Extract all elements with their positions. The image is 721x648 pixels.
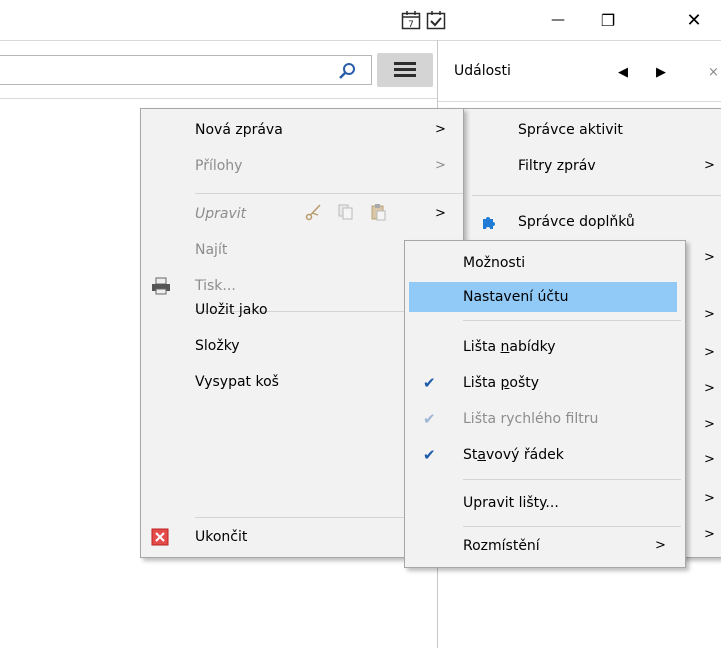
menu-item-label: Upravit lišty... [463,495,559,511]
events-title: Události [454,63,511,79]
restore-icon: ❐ [600,10,616,30]
menu-item-activity-manager[interactable]: Správce aktivit [438,117,721,143]
chevron-right-icon: > [435,122,446,137]
options-submenu: Možnosti Nastavení účtu Lišta nabídky ✔ … [404,240,686,568]
tasks-icon[interactable] [426,10,446,30]
puzzle-piece-icon [480,213,498,240]
menu-item-label: Správce doplňků [518,214,635,230]
menu-item-layout[interactable]: Rozmístění > [409,533,681,559]
menu-separator [463,526,681,527]
menu-item-label: Rozmístění [463,538,540,554]
svg-text:7: 7 [408,20,414,30]
menu-item-customize-toolbars[interactable]: Upravit lišty... [409,490,681,516]
menu-item-preferences[interactable]: Možnosti [409,250,681,276]
menu-item-empty-trash[interactable]: Vysypat koš [141,369,405,395]
menu-item-label: Nastavení účtu [463,289,569,305]
menu-item-label: Složky [195,338,240,354]
chevron-right-icon: > [704,250,715,265]
minimize-button[interactable]: — [535,0,581,40]
close-panel-icon[interactable]: × [708,65,719,80]
close-icon: ✕ [686,9,702,31]
chevron-right-icon: > [435,206,446,221]
menu-item-edit[interactable]: Upravit > [141,201,463,227]
menu-item-status-bar[interactable]: ✔ Stavový řádek [409,442,681,468]
restore-button[interactable]: ❐ [585,0,631,40]
prev-arrow-icon[interactable]: ◀ [618,65,628,80]
menu-separator [195,193,463,194]
app-menu-button[interactable] [377,53,433,87]
chevron-right-icon: > [704,345,715,360]
menu-item-label: Přílohy [195,158,243,174]
close-window-button[interactable]: ✕ [671,0,717,40]
chevron-right-icon: > [704,417,715,432]
menu-separator [472,195,721,196]
menu-separator [195,517,407,518]
quit-icon [151,528,169,555]
menu-item-mail-toolbar[interactable]: ✔ Lišta pošty [409,370,681,396]
menu-item-label: Tisk... [195,278,236,294]
menu-item-label: Ukončit [195,529,248,545]
menu-item-quick-filter-bar[interactable]: ✔ Lišta rychlého filtru [409,406,681,432]
menu-item-label: Upravit [195,206,247,222]
chevron-right-icon: > [704,381,715,396]
menu-item-attachments[interactable]: Přílohy > [141,153,463,179]
chevron-right-icon: > [704,527,715,542]
menu-item-label: Lišta pošty [463,375,540,391]
chevron-right-icon: > [435,158,446,173]
menu-item-menu-bar[interactable]: Lišta nabídky [409,334,681,360]
menu-item-label: Vysypat koš [195,374,279,390]
menu-item-quit[interactable]: Ukončit [141,524,405,550]
menu-item-label: Stavový řádek [463,447,564,463]
menu-item-folders[interactable]: Složky [141,333,405,359]
menu-separator [463,479,681,480]
menu-item-label: Filtry zpráv [518,158,596,174]
menu-item-label: Lišta rychlého filtru [463,411,599,427]
chevron-right-icon: > [655,538,666,553]
main-toolbar [0,40,437,99]
checkmark-icon: ✔ [423,374,436,392]
menu-item-save-as[interactable]: Uložit jako [141,297,405,323]
events-panel-header: Události ◀ ▶ × [438,40,721,102]
paste-icon[interactable] [369,203,387,230]
minimize-icon: — [551,12,565,28]
menu-item-label: Správce aktivit [518,122,623,138]
cut-icon[interactable] [305,203,323,230]
toolbar-divider [0,98,437,99]
chevron-right-icon: > [704,307,715,322]
menu-separator [463,320,681,321]
search-icon[interactable] [337,61,359,81]
menu-item-label: Nová zpráva [195,122,283,138]
menu-item-label: Možnosti [463,255,526,271]
menu-item-new-message[interactable]: Nová zpráva > [141,117,463,143]
chevron-right-icon: > [704,491,715,506]
menu-item-addons-manager[interactable]: Správce doplňků [438,209,721,235]
checkmark-icon: ✔ [423,410,436,428]
menu-item-message-filters[interactable]: Filtry zpráv > [438,153,721,179]
title-bar: 7 — ❐ ✕ [0,0,721,40]
search-input[interactable] [0,55,372,85]
copy-icon[interactable] [337,203,355,230]
next-arrow-icon[interactable]: ▶ [656,65,666,80]
menu-item-account-settings[interactable]: Nastavení účtu [409,282,677,312]
checkmark-icon: ✔ [423,446,436,464]
chevron-right-icon: > [704,158,715,173]
calendar-icon[interactable]: 7 [401,10,421,30]
menu-item-label: Uložit jako [195,302,268,318]
hamburger-menu-icon [394,62,416,78]
menu-item-label: Najít [195,242,228,258]
menu-item-label: Lišta nabídky [463,339,556,355]
chevron-right-icon: > [704,452,715,467]
